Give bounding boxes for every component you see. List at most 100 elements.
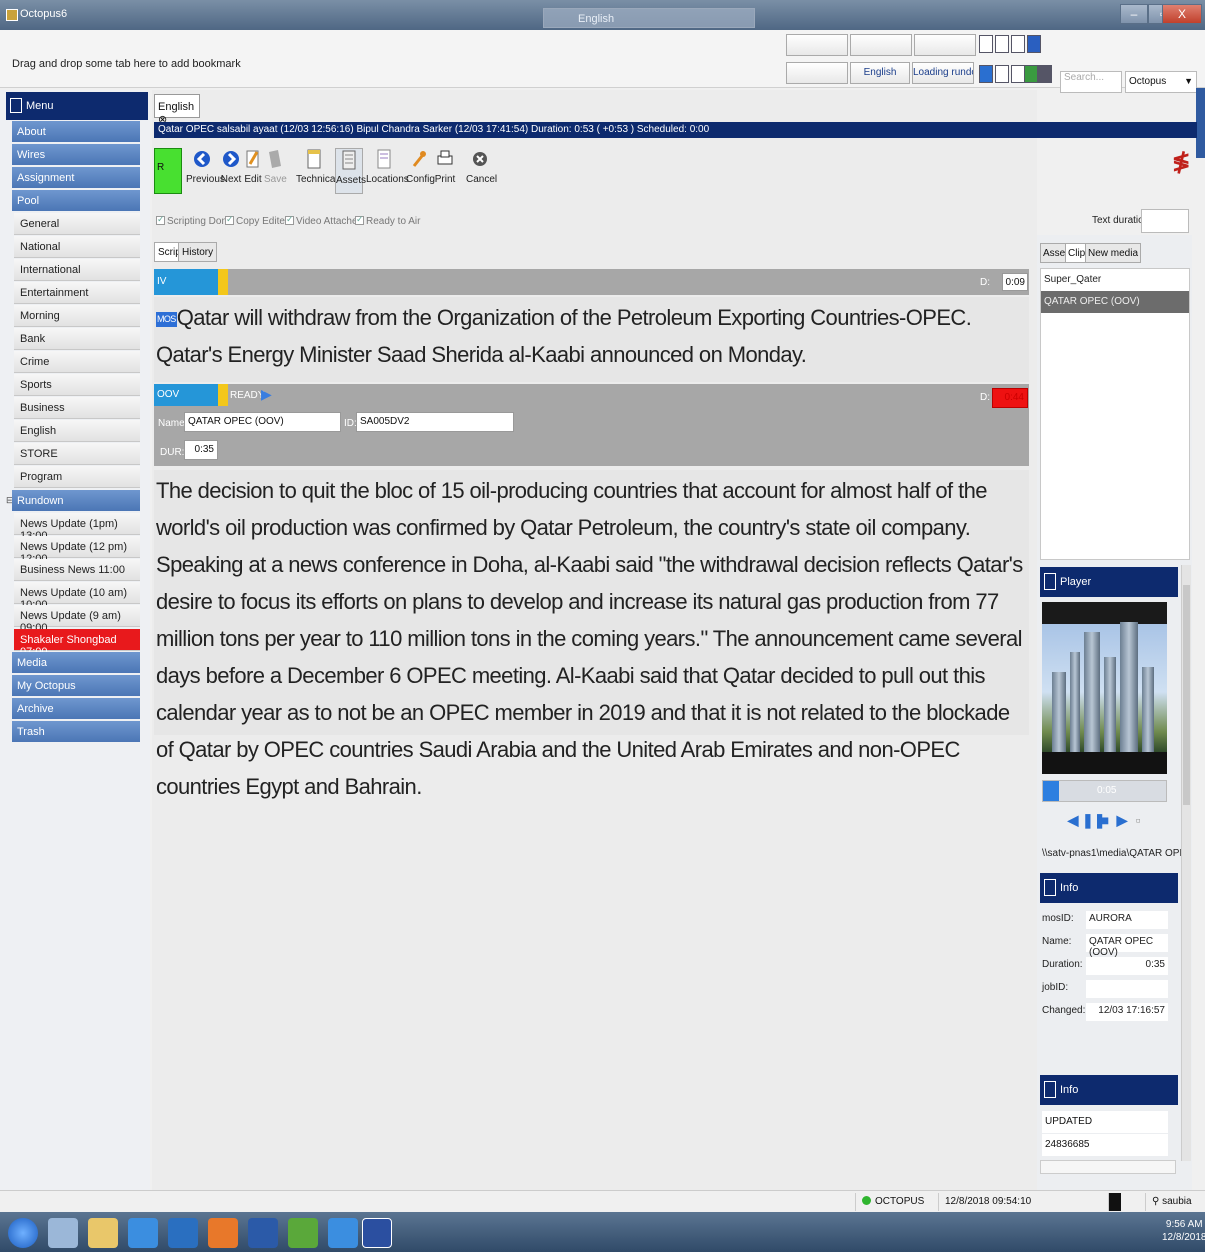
- pool-item-national[interactable]: National: [14, 236, 140, 258]
- taskbar-tool-icon[interactable]: [288, 1218, 318, 1248]
- toolbar-slot-2[interactable]: [850, 34, 912, 56]
- toolbar-slot-4[interactable]: [786, 62, 848, 84]
- rundown-item-active[interactable]: Shakaler Shongbad 07:00: [14, 629, 140, 658]
- refresh-icon[interactable]: [1024, 65, 1038, 83]
- side-panel-tab[interactable]: [1196, 88, 1205, 158]
- tab-english[interactable]: English ⊗: [154, 94, 200, 126]
- play-icon[interactable]: ▶: [1116, 812, 1128, 830]
- next-button[interactable]: Next: [220, 148, 242, 194]
- system-clock[interactable]: 9:56 AM 12/8/2018: [1162, 1218, 1205, 1244]
- sidebar-item-assignment[interactable]: Assignment: [12, 167, 140, 189]
- sidebar-item-rundown[interactable]: Rundown: [12, 490, 140, 512]
- oov-script-text[interactable]: The decision to quit the bloc of 15 oil-…: [154, 470, 1029, 799]
- rundown-item[interactable]: News Update (1pm) 13:00: [14, 513, 140, 542]
- pool-item-english[interactable]: English: [14, 420, 140, 442]
- pool-item-morning[interactable]: Morning: [14, 305, 140, 327]
- rundown-item[interactable]: News Update (12 pm) 12:00: [14, 536, 140, 565]
- list-item[interactable]: Super_Qater: [1041, 269, 1189, 291]
- right-panel-scrollbar[interactable]: [1181, 565, 1191, 1161]
- media-player-icon[interactable]: [168, 1218, 198, 1248]
- scripting-done-checkbox[interactable]: Scripting Done: [156, 214, 233, 227]
- loading-rundown-button[interactable]: Loading rundown...: [912, 62, 974, 84]
- toolbar-slot-3[interactable]: [914, 34, 976, 56]
- info-header[interactable]: Info: [1040, 873, 1178, 903]
- search-input[interactable]: Search...: [1060, 71, 1122, 93]
- folder-icon[interactable]: [88, 1218, 118, 1248]
- cancel-button[interactable]: Cancel: [466, 148, 497, 194]
- sidebar-item-pool[interactable]: Pool: [12, 190, 140, 212]
- layout-split-icon[interactable]: [995, 35, 1009, 53]
- monitor-icon[interactable]: [1027, 35, 1041, 53]
- copy-edited-checkbox[interactable]: Copy Edited: [225, 214, 290, 227]
- sidebar-item-trash[interactable]: Trash: [12, 721, 140, 743]
- list-item-selected[interactable]: QATAR OPEC (OOV): [1041, 291, 1189, 313]
- pool-item-sports[interactable]: Sports: [14, 374, 140, 396]
- print-button[interactable]: Print: [434, 148, 456, 194]
- text-duration-field[interactable]: [1141, 209, 1189, 233]
- save-button[interactable]: Save: [264, 148, 287, 194]
- technical-button[interactable]: Technical: [296, 148, 338, 194]
- next-icon: [223, 151, 239, 167]
- pool-item-crime[interactable]: Crime: [14, 351, 140, 373]
- ready-to-air-checkbox[interactable]: Ready to Air: [355, 214, 420, 227]
- language-indicator[interactable]: English: [543, 8, 755, 28]
- system-select[interactable]: Octopus ▼: [1125, 71, 1197, 93]
- browser-icon[interactable]: [128, 1218, 158, 1248]
- pool-item-entertainment[interactable]: Entertainment: [14, 282, 140, 304]
- layout-icon[interactable]: [979, 35, 993, 53]
- rewind-icon[interactable]: ◀: [1067, 812, 1079, 830]
- pool-item-bank[interactable]: Bank: [14, 328, 140, 350]
- octopus-taskbar-icon[interactable]: [362, 1218, 392, 1248]
- start-button-icon[interactable]: [8, 1218, 38, 1248]
- layout-columns-icon[interactable]: [1011, 35, 1025, 53]
- find-icon[interactable]: [1011, 65, 1025, 83]
- stop-icon[interactable]: ■: [1099, 812, 1111, 830]
- ie-icon[interactable]: [328, 1218, 358, 1248]
- oov-name-field[interactable]: QATAR OPEC (OOV): [184, 412, 341, 432]
- sidebar-item-wires[interactable]: Wires: [12, 144, 140, 166]
- sidebar-item-media[interactable]: Media: [12, 652, 140, 674]
- sidebar-item-about[interactable]: About: [12, 121, 140, 143]
- firefox-icon[interactable]: [208, 1218, 238, 1248]
- config-button[interactable]: Config: [406, 148, 435, 194]
- minimize-button[interactable]: –: [1120, 4, 1148, 24]
- english-rundown-button[interactable]: English: [850, 62, 910, 84]
- pool-item-business[interactable]: Business: [14, 397, 140, 419]
- tab-history[interactable]: History: [178, 242, 218, 262]
- oov-dur-field[interactable]: 0:35: [184, 440, 218, 460]
- taskbar-app-icon[interactable]: [48, 1218, 78, 1248]
- tab-new-media[interactable]: New media: [1085, 243, 1142, 263]
- toolbar-slot-1[interactable]: [786, 34, 848, 56]
- playback-progress[interactable]: 0:05: [1042, 780, 1167, 802]
- iv-script-text[interactable]: MOSQatar will withdraw from the Organiza…: [154, 297, 1029, 382]
- rundown-item[interactable]: Business News 11:00: [14, 559, 140, 581]
- edit-button[interactable]: Edit: [243, 148, 263, 194]
- sidebar-item-archive[interactable]: Archive: [12, 698, 140, 720]
- rundown-item[interactable]: News Update (10 am) 10:00: [14, 582, 140, 611]
- oov-id-field[interactable]: SA005DV2: [356, 412, 514, 432]
- locations-button[interactable]: Locations: [366, 148, 409, 194]
- assets-button[interactable]: Assets: [335, 148, 366, 194]
- pool-item-program[interactable]: Program: [14, 466, 140, 488]
- pool-item-general[interactable]: General: [14, 213, 140, 235]
- save-icon: [269, 150, 281, 168]
- iv-segment-bar[interactable]: IV D: 0:09: [154, 269, 1029, 295]
- pool-item-international[interactable]: International: [14, 259, 140, 281]
- pool-item-store[interactable]: STORE: [14, 443, 140, 465]
- oov-segment-panel[interactable]: OOV READY ▶ D: 0:44 Name: QATAR OPEC (OO…: [154, 384, 1029, 466]
- video-attached-checkbox[interactable]: Video Attached: [285, 214, 363, 227]
- rundown-item[interactable]: News Update (9 am) 09:00: [14, 605, 140, 634]
- player-header[interactable]: Player: [1040, 567, 1178, 597]
- delete-icon[interactable]: [1038, 65, 1052, 83]
- horizontal-scrollbar[interactable]: [1040, 1160, 1176, 1174]
- document-icon[interactable]: [995, 65, 1009, 83]
- word-icon[interactable]: [248, 1218, 278, 1248]
- fullscreen-icon[interactable]: ▫: [1132, 812, 1144, 830]
- previous-button[interactable]: Previous: [186, 148, 225, 194]
- pause-icon[interactable]: ❚❚: [1082, 812, 1105, 830]
- info2-header[interactable]: Info: [1040, 1075, 1178, 1105]
- menu-header[interactable]: Menu: [6, 92, 148, 120]
- filter-icon[interactable]: [979, 65, 993, 83]
- close-button[interactable]: X: [1162, 4, 1202, 24]
- sidebar-item-my-octopus[interactable]: My Octopus: [12, 675, 140, 697]
